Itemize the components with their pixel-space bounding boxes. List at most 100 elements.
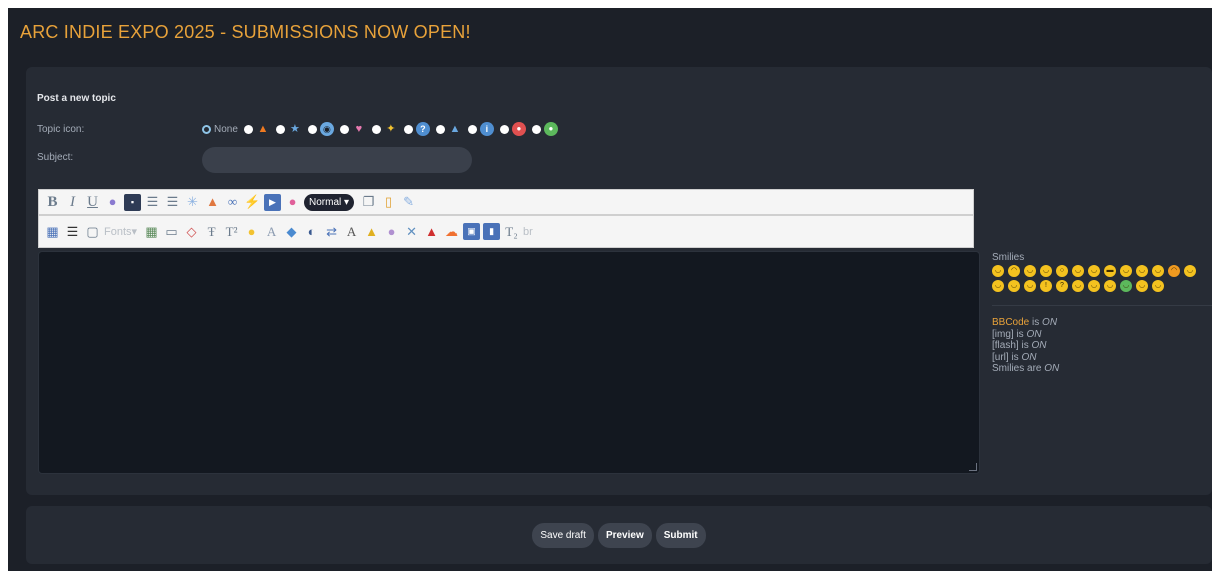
smiley-icon[interactable]: ◡ xyxy=(1024,280,1036,292)
lock-icon[interactable]: ▲ xyxy=(363,223,380,240)
video-icon[interactable]: ▶ xyxy=(264,193,281,211)
resize-handle[interactable] xyxy=(969,463,977,471)
smiley-icon[interactable]: ◡ xyxy=(1136,265,1148,277)
smiley-icon[interactable]: ◡ xyxy=(1040,265,1052,277)
topic-icon-radio[interactable] xyxy=(339,124,349,134)
shocked-face-icon[interactable]: ◉ xyxy=(319,122,334,136)
hide-icon[interactable]: ✕ xyxy=(403,223,420,240)
eraser-icon[interactable]: ◇ xyxy=(183,223,200,240)
topic-icon-radio[interactable] xyxy=(243,124,253,134)
smiley-icon[interactable]: ◠ xyxy=(1008,265,1020,277)
smiley-icon[interactable]: ◡ xyxy=(1072,265,1084,277)
underline-icon[interactable]: U xyxy=(84,194,101,211)
topic-icon-radio[interactable] xyxy=(531,124,541,134)
code-icon[interactable]: ▪ xyxy=(124,193,141,211)
copy-icon[interactable]: ❐ xyxy=(360,194,377,211)
font-size-value: Normal xyxy=(309,196,342,208)
smiley-icon[interactable]: ◡ xyxy=(1152,265,1164,277)
image-icon[interactable]: ▲ xyxy=(204,194,221,211)
sparkle-icon[interactable]: ✦ xyxy=(384,122,398,136)
quote-icon[interactable]: ● xyxy=(104,194,121,211)
link-icon[interactable]: ∞ xyxy=(224,194,241,211)
bbcode-link[interactable]: BBCode xyxy=(992,317,1029,328)
smiley-icon[interactable]: ◡ xyxy=(1088,265,1100,277)
align-center-icon[interactable]: ☰ xyxy=(64,223,81,240)
alien-face-icon[interactable]: ● xyxy=(543,122,558,136)
font-style-icon[interactable]: A xyxy=(343,223,360,240)
page-icon[interactable]: ▢ xyxy=(84,223,101,240)
bullet-list-icon[interactable]: ☰ xyxy=(144,194,161,211)
smiley-icon[interactable]: ◡ xyxy=(992,265,1004,277)
topic-icon-radio[interactable] xyxy=(307,124,317,134)
info-icon[interactable]: i xyxy=(479,122,494,136)
message-editor[interactable] xyxy=(38,251,980,474)
alert-icon[interactable]: ▲ xyxy=(423,223,440,240)
table-icon[interactable]: ▦ xyxy=(44,223,61,240)
topic-icon-radio[interactable] xyxy=(371,124,381,134)
topic-icon-radio[interactable] xyxy=(499,124,509,134)
flame-icon[interactable]: ▲ xyxy=(256,122,270,136)
italic-icon[interactable]: I xyxy=(64,194,81,211)
smiley-icon[interactable]: ◡ xyxy=(1120,280,1132,292)
heart-icon[interactable]: ♥ xyxy=(352,122,366,136)
smiley-icon[interactable]: ◡ xyxy=(1072,280,1084,292)
superscript-icon[interactable]: T² xyxy=(223,223,240,240)
window-icon[interactable]: ▭ xyxy=(163,223,180,240)
smiley-icon[interactable]: ◡ xyxy=(992,280,1004,292)
swap-icon[interactable]: ⇄ xyxy=(323,223,340,240)
fonts-dropdown[interactable]: Fonts ▾ xyxy=(104,223,137,240)
subscript-icon[interactable]: T₂ xyxy=(503,223,520,240)
smiley-icon[interactable]: ◡ xyxy=(1088,280,1100,292)
topic-icon-radio[interactable] xyxy=(403,124,413,134)
submit-button[interactable]: Submit xyxy=(655,523,706,548)
spellcheck-icon[interactable]: ✎ xyxy=(400,194,417,211)
color-picker-icon[interactable]: ● xyxy=(284,194,301,211)
smiley-icon[interactable]: ▬ xyxy=(1104,265,1116,277)
topic-icon-none-label: None xyxy=(214,123,238,135)
topic-icon-radio[interactable] xyxy=(435,124,445,134)
bookmark-icon[interactable]: ▮ xyxy=(483,223,501,240)
smiley-icon[interactable]: ◡ xyxy=(1120,265,1132,277)
fonts-label: Fonts xyxy=(104,225,132,238)
bold-icon[interactable]: B xyxy=(44,194,61,211)
table-insert-icon[interactable]: ▦ xyxy=(143,223,160,240)
topic-icon-radio[interactable] xyxy=(467,124,477,134)
smiley-icon[interactable]: ◡ xyxy=(1184,265,1196,277)
smiley-icon[interactable]: ◡ xyxy=(1136,280,1148,292)
flash-icon[interactable]: ⚡ xyxy=(244,194,261,211)
topic-icon-radio[interactable] xyxy=(275,124,285,134)
smiley-icon[interactable]: ◡ xyxy=(1152,280,1164,292)
media-icon[interactable]: ▣ xyxy=(463,223,481,240)
highlight-icon[interactable]: ● xyxy=(243,223,260,240)
smiley-icon[interactable]: ◠ xyxy=(1168,265,1180,277)
list-item-icon[interactable]: ✳ xyxy=(184,194,201,211)
numbered-list-icon[interactable]: ☰ xyxy=(164,194,181,211)
smiley-icon[interactable]: ◡ xyxy=(1104,280,1116,292)
save-draft-button[interactable]: Save draft xyxy=(532,523,594,548)
contrast-icon[interactable]: ◐ xyxy=(303,223,320,240)
soundcloud-icon[interactable]: ☁ xyxy=(443,223,460,240)
smiley-icon[interactable]: ◡ xyxy=(1008,280,1020,292)
shadow-text-icon[interactable]: A xyxy=(263,223,280,240)
sidebar-divider xyxy=(992,305,1212,306)
on-text: ON xyxy=(1044,363,1060,374)
smiley-icon[interactable]: ○ xyxy=(1056,265,1068,277)
subject-input[interactable] xyxy=(202,147,472,173)
paste-icon[interactable]: ▯ xyxy=(380,194,397,211)
comment-icon[interactable]: ● xyxy=(383,223,400,240)
warning-icon[interactable]: ▲ xyxy=(448,122,462,136)
smiley-icon[interactable]: ◡ xyxy=(1024,265,1036,277)
angry-face-icon[interactable]: ● xyxy=(511,122,526,136)
preview-button[interactable]: Preview xyxy=(597,523,652,548)
smiley-icon[interactable]: ! xyxy=(1040,280,1052,292)
line-break-button[interactable]: br xyxy=(523,223,533,240)
on-text: ON xyxy=(1021,351,1037,363)
drop-icon[interactable]: ◆ xyxy=(283,223,300,240)
topic-icon-options: None ▲ ★ ◉ ♥ ✦ ? ▲ i ● ● xyxy=(202,121,564,137)
topic-icon-radio-none[interactable] xyxy=(202,124,211,134)
star-icon[interactable]: ★ xyxy=(288,122,302,136)
smiley-icon[interactable]: ? xyxy=(1056,280,1068,292)
font-size-select[interactable]: Normal ▾ xyxy=(304,193,355,211)
question-icon[interactable]: ? xyxy=(415,122,430,136)
strikethrough-icon[interactable]: Ŧ xyxy=(203,223,220,240)
